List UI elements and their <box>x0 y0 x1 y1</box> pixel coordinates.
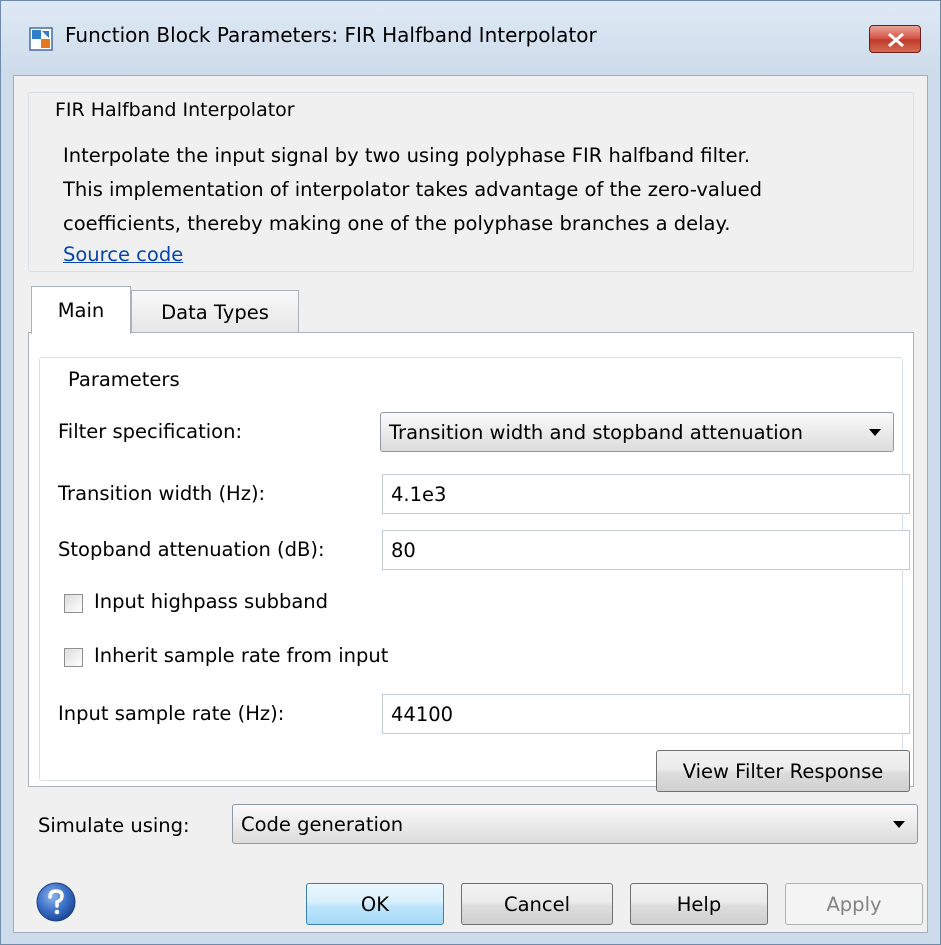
transition-width-label: Transition width (Hz): <box>58 482 266 505</box>
tab-data-types[interactable]: Data Types <box>131 290 299 334</box>
description-line: coefficients, thereby making one of the … <box>63 212 731 235</box>
description-group-title: FIR Halfband Interpolator <box>49 99 301 121</box>
close-button[interactable] <box>869 25 921 53</box>
highpass-label: Input highpass subband <box>94 590 329 613</box>
help-icon[interactable] <box>35 881 77 927</box>
stopband-input[interactable]: 80 <box>382 530 910 570</box>
inherit-rate-checkbox[interactable] <box>64 648 83 667</box>
view-filter-response-button[interactable]: View Filter Response <box>656 750 910 792</box>
inherit-rate-label: Inherit sample rate from input <box>94 644 389 667</box>
simulate-using-label: Simulate using: <box>38 814 190 837</box>
dialog-window: Function Block Parameters: FIR Halfband … <box>0 0 941 945</box>
simulate-using-dropdown[interactable]: Code generation <box>232 804 918 844</box>
filter-spec-label: Filter specification: <box>58 420 243 443</box>
ok-button[interactable]: OK <box>306 883 444 925</box>
chevron-down-icon <box>893 821 905 828</box>
tab-main[interactable]: Main <box>31 286 131 334</box>
parameters-group-title: Parameters <box>62 368 186 391</box>
filter-spec-dropdown[interactable]: Transition width and stopband attenuatio… <box>380 412 894 452</box>
close-icon <box>888 32 904 48</box>
description-group: FIR Halfband Interpolator Interpolate th… <box>28 92 914 272</box>
dialog-body: FIR Halfband Interpolator Interpolate th… <box>13 75 928 933</box>
help-button[interactable]: Help <box>630 883 768 925</box>
apply-button[interactable]: Apply <box>785 883 923 925</box>
chevron-down-icon <box>869 429 881 436</box>
parameters-group: Parameters Filter specification: Transit… <box>39 357 910 792</box>
title-bar[interactable]: Function Block Parameters: FIR Halfband … <box>1 1 940 75</box>
main-tab-panel: Parameters Filter specification: Transit… <box>28 332 914 792</box>
description-line: Interpolate the input signal by two usin… <box>63 144 751 167</box>
window-title: Function Block Parameters: FIR Halfband … <box>65 23 597 47</box>
cancel-button[interactable]: Cancel <box>461 883 613 925</box>
source-code-link[interactable]: Source code <box>63 243 183 266</box>
sample-rate-label: Input sample rate (Hz): <box>58 702 285 725</box>
filter-spec-value: Transition width and stopband attenuatio… <box>389 420 803 444</box>
simulink-block-icon <box>29 27 53 51</box>
description-line: This implementation of interpolator take… <box>63 178 763 201</box>
sample-rate-input[interactable]: 44100 <box>382 694 910 734</box>
simulate-using-value: Code generation <box>241 812 404 836</box>
highpass-checkbox[interactable] <box>64 594 83 613</box>
transition-width-input[interactable]: 4.1e3 <box>382 474 910 514</box>
stopband-label: Stopband attenuation (dB): <box>58 538 325 561</box>
description-text: Interpolate the input signal by two usin… <box>63 139 923 241</box>
